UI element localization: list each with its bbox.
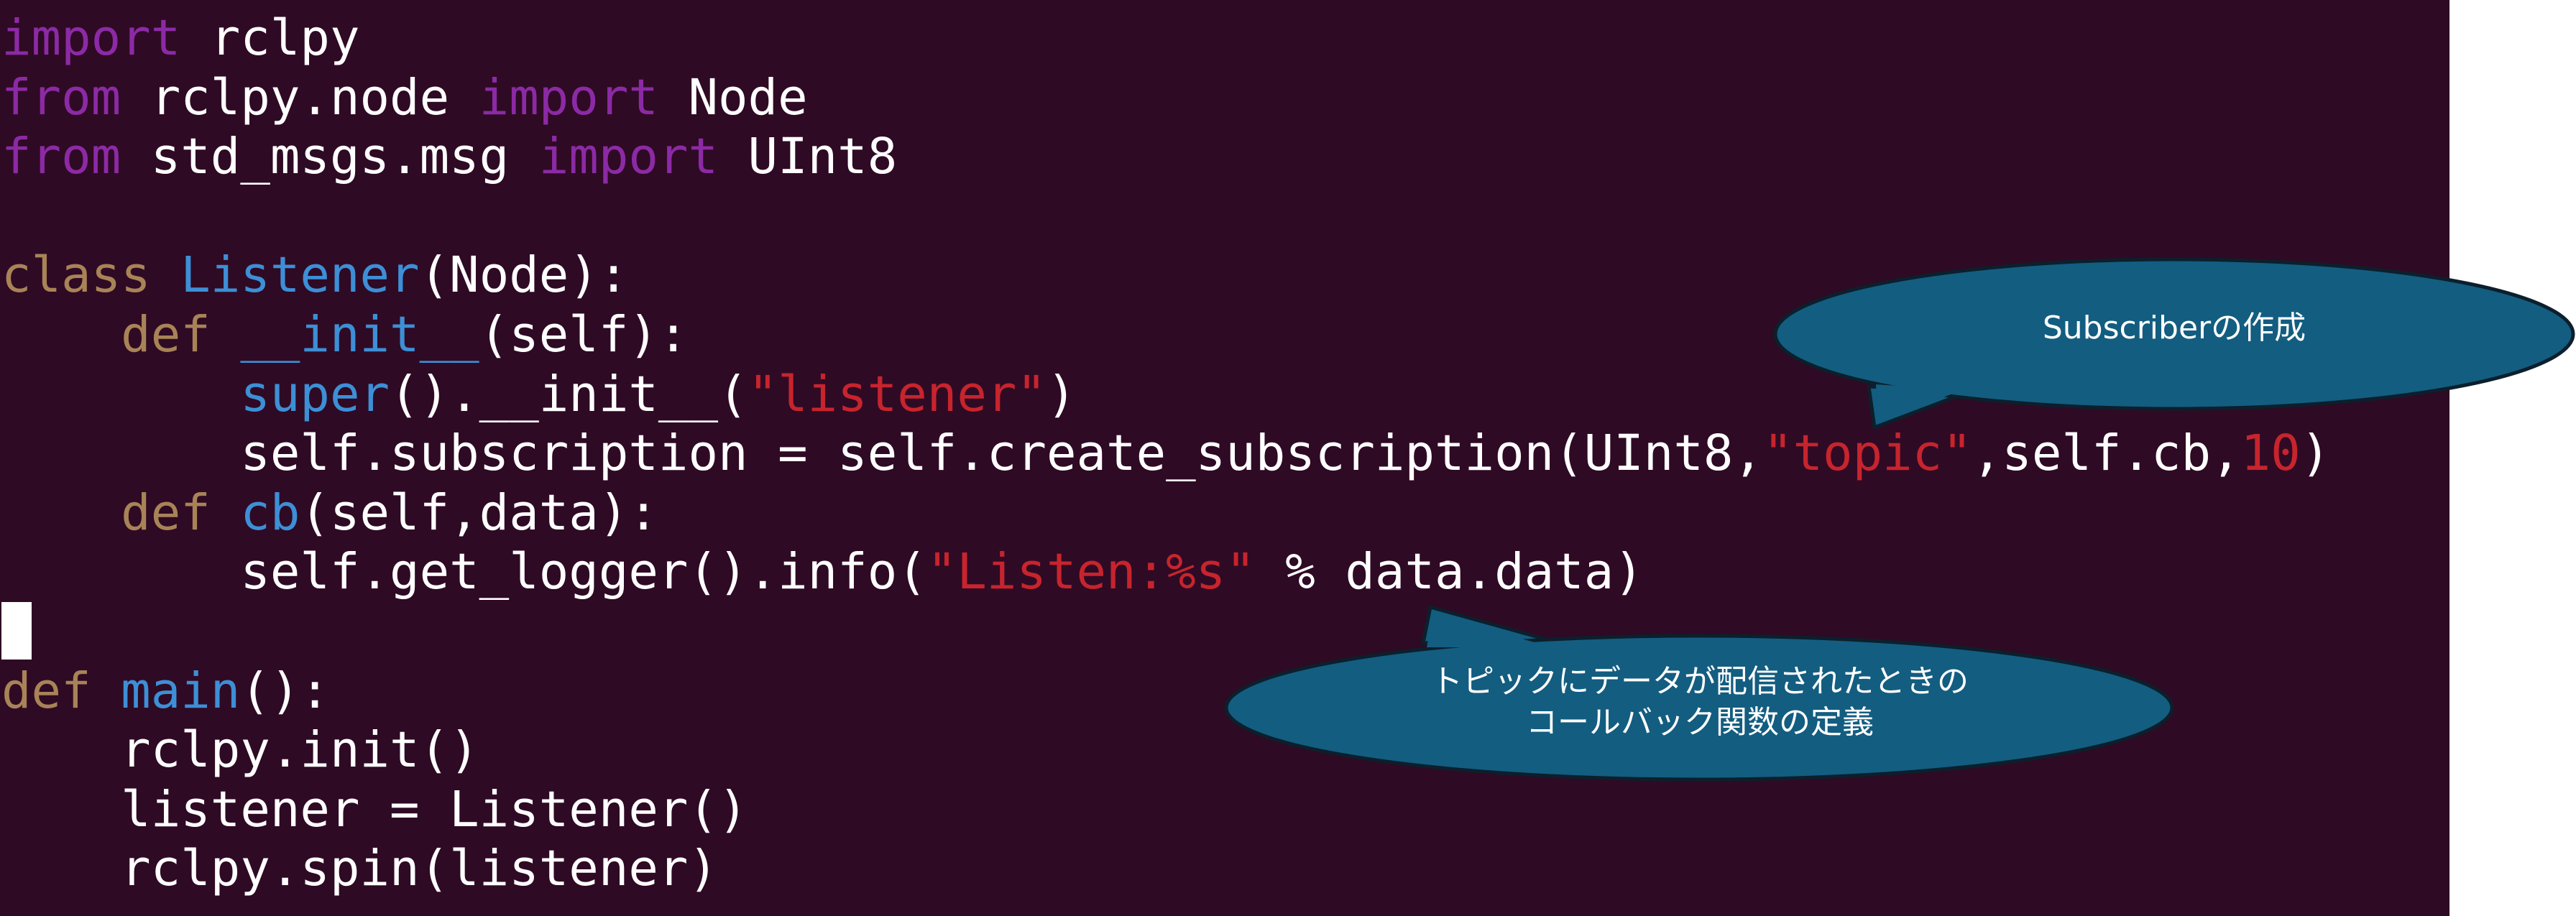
text-cursor: [1, 601, 32, 660]
code-token: from: [1, 128, 121, 186]
callout-subscriber-tail-fill: [1876, 384, 1962, 422]
callout-subscriber-label: Subscriberの作成: [2042, 310, 2306, 346]
code-token: main: [121, 662, 241, 720]
callout-callback-label: トピックにデータが配信されたときの コールバック関数の定義: [1294, 661, 2106, 743]
callout-callback-line2: コールバック関数の定義: [1526, 704, 1874, 741]
code-token: def: [1, 662, 91, 720]
code-token: "Listen:%s": [926, 543, 1256, 601]
code-line[interactable]: from std_msgs.msg import UInt8: [1, 127, 2330, 187]
code-token: class: [1, 246, 151, 305]
code-token: "listener": [748, 365, 1046, 423]
code-line[interactable]: [1, 187, 2330, 246]
code-token: std_msgs.msg: [121, 128, 539, 186]
callout-callback-tail-fill: [1427, 614, 1552, 647]
code-line[interactable]: self.get_logger().info("Listen:%s" % dat…: [1, 542, 2330, 602]
code-line[interactable]: listener = Listener(): [1, 780, 2330, 840]
code-token: from: [1, 68, 121, 126]
code-token: ): [1046, 365, 1077, 423]
code-token: rclpy: [180, 9, 360, 67]
code-token: ():: [240, 662, 330, 720]
code-token: Node: [658, 68, 808, 126]
code-token: def: [121, 305, 211, 364]
code-token: listener = Listener(): [1, 780, 748, 838]
code-token: import: [479, 68, 658, 126]
code-token: (self,data):: [300, 484, 658, 542]
code-token: import: [538, 128, 719, 186]
code-token: ().__init__(: [390, 365, 748, 423]
code-token: rclpy.init(): [1, 721, 479, 779]
code-token: % data.data): [1255, 543, 1644, 601]
code-token: import: [1, 9, 181, 67]
code-token: UInt8: [718, 128, 898, 186]
code-token: cb: [240, 484, 300, 542]
code-token: __init__: [240, 305, 479, 364]
code-line[interactable]: def cb(self,data):: [1, 484, 2330, 543]
code-token: super: [240, 365, 390, 423]
code-token: self.subscription = self.create_subscrip…: [1, 425, 1763, 483]
code-token: self.get_logger().info(: [1, 543, 927, 601]
code-token: rclpy.node: [121, 68, 479, 126]
code-token: rclpy.spin(listener): [1, 840, 718, 898]
code-line[interactable]: from rclpy.node import Node: [1, 68, 2330, 128]
code-token: def: [121, 484, 211, 542]
code-token: Listener: [180, 246, 420, 305]
code-line[interactable]: import rclpy: [1, 9, 2330, 68]
code-token: (self):: [479, 305, 689, 364]
code-line[interactable]: rclpy.spin(listener): [1, 839, 2330, 899]
code-token: (Node):: [419, 246, 629, 305]
callout-callback-line1: トピックにデータが配信されたときの: [1431, 663, 1969, 700]
